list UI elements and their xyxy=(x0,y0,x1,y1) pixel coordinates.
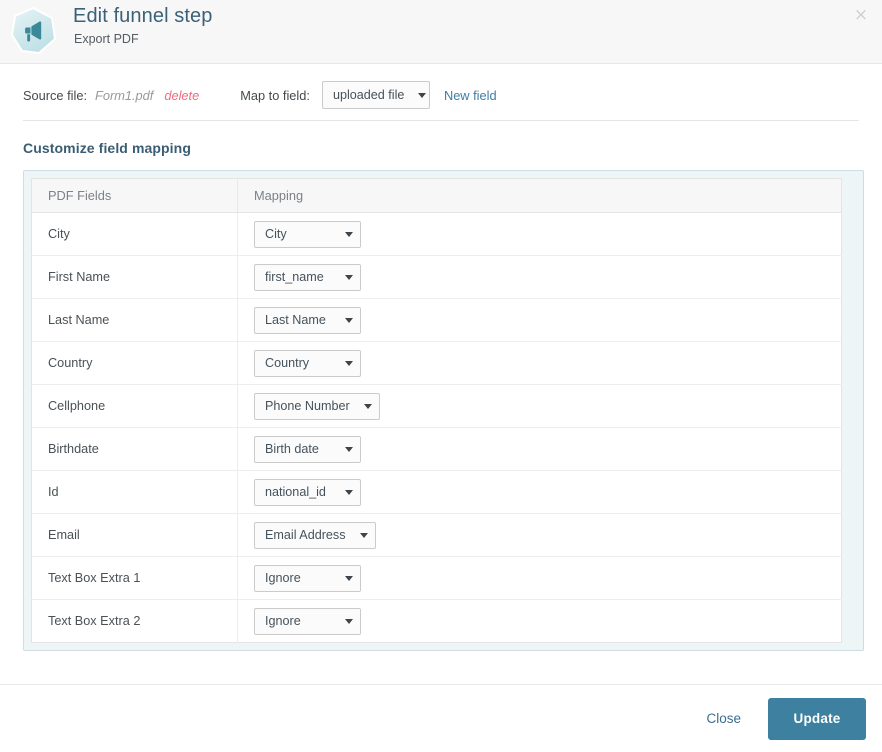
chevron-down-icon xyxy=(345,618,353,624)
mapping-select-value: national_id xyxy=(265,485,326,499)
mapping-select-value: Phone Number xyxy=(265,399,350,413)
close-button[interactable]: Close xyxy=(694,703,753,734)
mapping-cell: first_name xyxy=(237,255,842,299)
pdf-field-name: First Name xyxy=(48,270,111,284)
mapping-select-value: Last Name xyxy=(265,313,326,327)
mapping-cell: Ignore xyxy=(237,556,842,600)
mapping-cell: City xyxy=(237,212,842,256)
pdf-field-cell: Cellphone xyxy=(31,384,238,428)
table-row: Text Box Extra 2 Ignore xyxy=(31,599,842,643)
page-title: Edit funnel step xyxy=(73,5,213,27)
mapping-select[interactable]: first_name xyxy=(254,263,361,291)
pdf-field-name: Text Box Extra 2 xyxy=(48,614,141,628)
map-to-field-label: Map to field: xyxy=(240,87,310,103)
mapping-cell: Birth date xyxy=(237,427,842,471)
chevron-down-icon xyxy=(345,489,353,495)
pdf-field-cell: Id xyxy=(31,470,238,514)
dialog-body: Source file: Form1.pdf delete Map to fie… xyxy=(0,64,882,651)
chevron-down-icon xyxy=(345,446,353,452)
map-to-field-select[interactable]: uploaded file xyxy=(321,81,430,109)
pdf-field-name: Country xyxy=(48,356,93,370)
pdf-field-name: Id xyxy=(48,485,59,499)
mapping-cell: Last Name xyxy=(237,298,842,342)
mapping-select[interactable]: national_id xyxy=(254,478,361,506)
table-row: Id national_id xyxy=(31,470,842,514)
mapping-select-value: Ignore xyxy=(265,571,301,585)
pdf-field-cell: Text Box Extra 1 xyxy=(31,556,238,600)
chevron-down-icon xyxy=(418,92,427,98)
mapping-select-value: City xyxy=(265,227,287,241)
table-row: Birthdate Birth date xyxy=(31,427,842,471)
column-header-mapping: Mapping xyxy=(237,178,842,213)
mapping-select-value: first_name xyxy=(265,270,324,284)
mapping-select[interactable]: City xyxy=(254,220,361,248)
mapping-cell: Country xyxy=(237,341,842,385)
chevron-down-icon xyxy=(359,532,368,538)
chevron-down-icon xyxy=(345,274,353,280)
mapping-select[interactable]: Last Name xyxy=(254,306,361,334)
mapping-select-value: Birth date xyxy=(265,442,319,456)
source-file-label: Source file: xyxy=(23,87,88,103)
mapping-select[interactable]: Ignore xyxy=(254,564,361,592)
page-subtitle: Export PDF xyxy=(74,32,139,46)
chevron-down-icon xyxy=(363,403,372,409)
table-row: Text Box Extra 1 Ignore xyxy=(31,556,842,600)
pdf-field-name: Birthdate xyxy=(48,442,99,456)
source-file-name: Form1.pdf xyxy=(95,87,154,103)
update-button[interactable]: Update xyxy=(768,697,866,740)
edit-funnel-step-dialog: Edit funnel step Export PDF × Source fil… xyxy=(0,0,882,752)
pdf-field-cell: Text Box Extra 2 xyxy=(31,599,238,643)
dialog-footer: Close Update xyxy=(0,685,882,752)
table-body: City City First Name first_name Last Name Las… xyxy=(31,212,842,643)
chevron-down-icon xyxy=(345,317,353,323)
map-to-field-value: uploaded file xyxy=(332,88,405,102)
source-file-row: Source file: Form1.pdf delete Map to fie… xyxy=(23,64,859,109)
pdf-field-cell: Email xyxy=(31,513,238,557)
table-header: PDF Fields Mapping xyxy=(31,178,842,213)
divider xyxy=(23,120,859,121)
chevron-down-icon xyxy=(345,360,353,366)
table-row: First Name first_name xyxy=(31,255,842,299)
pdf-field-cell: City xyxy=(31,212,238,256)
pdf-field-name: Last Name xyxy=(48,313,110,327)
mapping-select-value: Country xyxy=(265,356,310,370)
mapping-cell: Phone Number xyxy=(237,384,842,428)
dialog-header: Edit funnel step Export PDF × xyxy=(0,0,882,64)
mapping-select[interactable]: Birth date xyxy=(254,435,361,463)
pdf-field-name: Cellphone xyxy=(48,399,106,413)
field-mapping-table: PDF Fields Mapping City City First Name fir… xyxy=(31,178,842,643)
table-row: Country Country xyxy=(31,341,842,385)
mapping-select[interactable]: Email Address xyxy=(254,521,376,549)
chevron-down-icon xyxy=(345,575,353,581)
pdf-field-cell: Birthdate xyxy=(31,427,238,471)
pdf-field-name: Text Box Extra 1 xyxy=(48,571,141,585)
pdf-field-name: Email xyxy=(48,528,80,542)
field-mapping-panel: PDF Fields Mapping City City First Name fir… xyxy=(23,170,864,651)
column-header-pdf-fields: PDF Fields xyxy=(31,178,238,213)
mapping-select-value: Email Address xyxy=(265,528,346,542)
new-field-link[interactable]: New field xyxy=(444,88,497,103)
table-header-row: PDF Fields Mapping xyxy=(31,178,842,213)
pdf-field-cell: Last Name xyxy=(31,298,238,342)
close-icon[interactable]: × xyxy=(848,2,874,28)
mapping-cell: national_id xyxy=(237,470,842,514)
pdf-field-name: City xyxy=(48,227,70,241)
pdf-field-cell: Country xyxy=(31,341,238,385)
pdf-field-cell: First Name xyxy=(31,255,238,299)
mapping-cell: Ignore xyxy=(238,600,842,643)
mapping-select[interactable]: Ignore xyxy=(254,607,361,635)
table-row: Cellphone Phone Number xyxy=(31,384,842,428)
table-row: Last Name Last Name xyxy=(31,298,842,342)
mapping-select[interactable]: Country xyxy=(254,349,361,377)
table-row: City City xyxy=(31,212,842,256)
mapping-select-value: Ignore xyxy=(265,614,301,628)
delete-source-file-link[interactable]: delete xyxy=(164,88,199,103)
megaphone-icon xyxy=(9,6,57,56)
section-heading: Customize field mapping xyxy=(23,140,191,156)
table-row: Email Email Address xyxy=(31,513,842,557)
mapping-cell: Email Address xyxy=(237,513,842,557)
mapping-select[interactable]: Phone Number xyxy=(254,392,380,420)
chevron-down-icon xyxy=(345,231,353,237)
